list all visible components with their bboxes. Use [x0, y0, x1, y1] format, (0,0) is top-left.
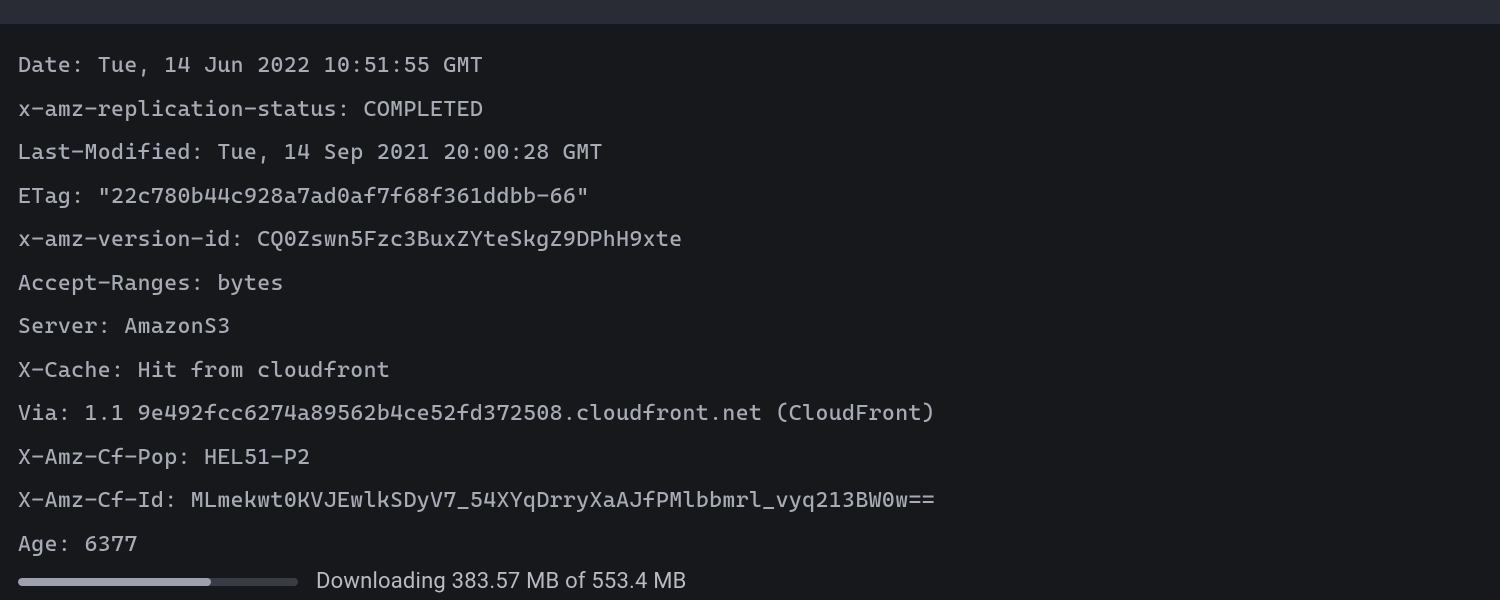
- header-value: HEL51-P2: [204, 445, 310, 470]
- header-name: Date: [18, 53, 71, 78]
- header-name: ETag: [18, 184, 71, 209]
- http-header-line: X-Cache: Hit from cloudfront: [18, 349, 1482, 393]
- header-value: Tue, 14 Sep 2021 20:00:28 GMT: [217, 140, 602, 165]
- header-name: Age: [18, 532, 58, 557]
- http-header-line: X-Amz-Cf-Id: MLmekwt0KVJEwlkSDyV7_54XYqD…: [18, 479, 1482, 523]
- header-value: "22c780b44c928a7ad0af7f68f361ddbb-66": [98, 184, 590, 209]
- header-value: CQ0Zswn5Fzc3BuxZYteSkgZ9DPhH9xte: [257, 227, 682, 252]
- http-header-line: Via: 1.1 9e492fcc6274a89562b4ce52fd37250…: [18, 392, 1482, 436]
- header-value: MLmekwt0KVJEwlkSDyV7_54XYqDrryXaAJfPMlbb…: [191, 488, 935, 513]
- header-name: Last-Modified: [18, 140, 191, 165]
- window-titlebar: [0, 0, 1500, 24]
- header-name: X-Amz-Cf-Pop: [18, 445, 178, 470]
- http-header-line: x-amz-replication-status: COMPLETED: [18, 88, 1482, 132]
- http-header-line: X-Amz-Cf-Pop: HEL51-P2: [18, 436, 1482, 480]
- http-header-line: ETag: "22c780b44c928a7ad0af7f68f361ddbb-…: [18, 175, 1482, 219]
- header-name: Via: [18, 401, 58, 426]
- terminal-output: Date: Tue, 14 Jun 2022 10:51:55 GMT x-am…: [0, 24, 1500, 567]
- header-name: X-Amz-Cf-Id: [18, 488, 164, 513]
- http-header-line: Date: Tue, 14 Jun 2022 10:51:55 GMT: [18, 44, 1482, 88]
- download-progress-bar: [18, 578, 298, 586]
- header-name: X-Cache: [18, 358, 111, 383]
- download-progress-fill: [18, 578, 211, 586]
- download-status-text: Downloading 383.57 MB of 553.4 MB: [316, 569, 687, 594]
- http-header-line: Age: 6377: [18, 523, 1482, 567]
- http-header-line: Accept-Ranges: bytes: [18, 262, 1482, 306]
- http-header-line: x-amz-version-id: CQ0Zswn5Fzc3BuxZYteSkg…: [18, 218, 1482, 262]
- header-name: Server: [18, 314, 98, 339]
- header-value: bytes: [217, 271, 283, 296]
- download-status-row: Downloading 383.57 MB of 553.4 MB: [18, 569, 1500, 594]
- header-name: x-amz-version-id: [18, 227, 231, 252]
- header-value: 1.1 9e492fcc6274a89562b4ce52fd372508.clo…: [84, 401, 935, 426]
- http-header-line: Last-Modified: Tue, 14 Sep 2021 20:00:28…: [18, 131, 1482, 175]
- header-name: x-amz-replication-status: [18, 97, 337, 122]
- header-value: AmazonS3: [124, 314, 230, 339]
- header-value: 6377: [84, 532, 137, 557]
- header-name: Accept-Ranges: [18, 271, 191, 296]
- header-value: COMPLETED: [364, 97, 484, 122]
- http-header-line: Server: AmazonS3: [18, 305, 1482, 349]
- header-value: Tue, 14 Jun 2022 10:51:55 GMT: [98, 53, 483, 78]
- header-value: Hit from cloudfront: [138, 358, 391, 383]
